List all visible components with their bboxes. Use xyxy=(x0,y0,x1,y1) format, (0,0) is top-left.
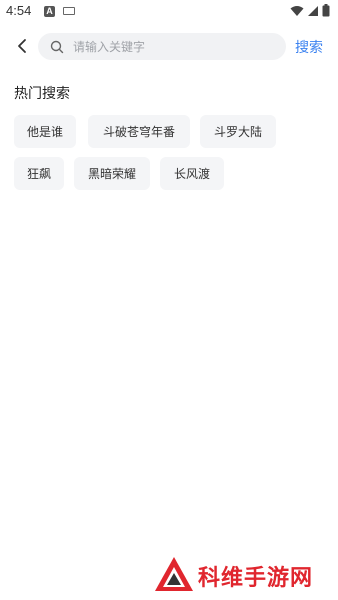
status-right-icons xyxy=(290,4,330,17)
battery-icon xyxy=(322,4,330,17)
hot-search-tag[interactable]: 长风渡 xyxy=(160,157,224,190)
hot-search-tag[interactable]: 斗破苍穹年番 xyxy=(88,115,190,148)
back-button[interactable] xyxy=(10,34,34,58)
hot-search-tag[interactable]: 他是谁 xyxy=(14,115,76,148)
search-button[interactable]: 搜索 xyxy=(295,37,323,57)
wifi-icon xyxy=(290,5,304,16)
a-notification-icon: A xyxy=(44,6,55,17)
search-input[interactable] xyxy=(73,39,273,54)
search-box[interactable] xyxy=(38,33,286,60)
status-bar: 4:54 A xyxy=(0,0,338,24)
search-bar-row: 搜索 xyxy=(0,30,338,62)
search-icon xyxy=(49,39,65,55)
watermark-text: 科维手游网 xyxy=(198,566,314,591)
hot-search-title: 热门搜索 xyxy=(14,86,70,102)
signal-icon xyxy=(308,5,318,16)
chevron-left-icon xyxy=(18,39,26,53)
hot-search-tag[interactable]: 黑暗荣耀 xyxy=(74,157,150,190)
hot-search-tag[interactable]: 狂飙 xyxy=(14,157,64,190)
watermark: 科维手游网 xyxy=(152,552,338,596)
keyboard-icon xyxy=(63,7,75,15)
watermark-logo-icon xyxy=(155,557,193,591)
hot-search-tag[interactable]: 斗罗大陆 xyxy=(200,115,276,148)
status-time: 4:54 xyxy=(6,3,32,18)
